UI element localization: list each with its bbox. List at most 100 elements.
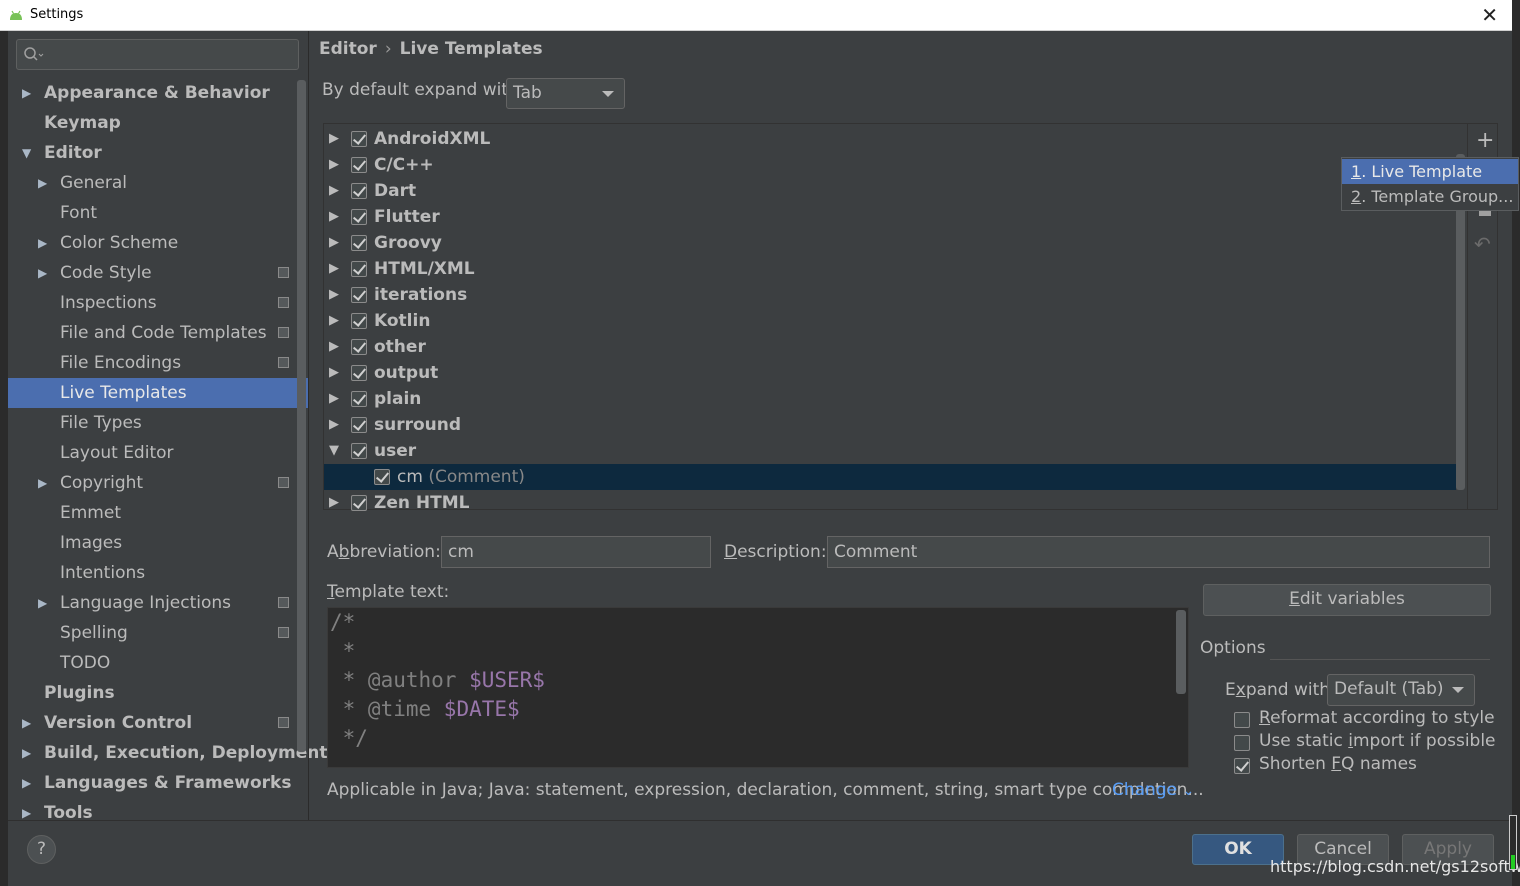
template-group-androidxml[interactable]: ▶ AndroidXML: [324, 126, 1456, 152]
template-group-surround[interactable]: ▶ surround: [324, 412, 1456, 438]
expanded-arrow-icon[interactable]: ▼: [329, 438, 339, 464]
enabled-checkbox[interactable]: [351, 365, 367, 381]
sidebar-item-font[interactable]: Font: [8, 198, 308, 228]
enabled-checkbox[interactable]: [351, 157, 367, 173]
sidebar-item-layout-editor[interactable]: Layout Editor: [8, 438, 308, 468]
collapsed-arrow-icon[interactable]: ▶: [329, 386, 339, 412]
abbreviation-input[interactable]: cm: [441, 536, 711, 568]
enabled-checkbox[interactable]: [374, 469, 390, 485]
sidebar-item-file-types[interactable]: File Types: [8, 408, 308, 438]
template-group-zen-html[interactable]: ▶ Zen HTML: [324, 490, 1456, 516]
enabled-checkbox[interactable]: [351, 235, 367, 251]
template-item-cm[interactable]: cm (Comment): [324, 464, 1456, 490]
sidebar-item-build-execution-deployment[interactable]: ▶ Build, Execution, Deployment: [8, 738, 328, 768]
edit-variables-button[interactable]: Edit variables: [1203, 584, 1491, 616]
help-button[interactable]: ?: [27, 835, 56, 864]
enabled-checkbox[interactable]: [351, 443, 367, 459]
menu-item-template-group[interactable]: 2. Template Group...: [1342, 184, 1518, 209]
template-group-flutter[interactable]: ▶ Flutter: [324, 204, 1456, 230]
add-icon[interactable]: +: [1476, 128, 1494, 153]
shorten-fq-checkbox[interactable]: [1234, 758, 1250, 774]
collapsed-arrow-icon[interactable]: ▶: [22, 78, 31, 108]
sidebar-item-spelling[interactable]: Spelling: [8, 618, 308, 648]
enabled-checkbox[interactable]: [351, 261, 367, 277]
template-group-user[interactable]: ▼ user: [324, 438, 1456, 464]
editor-scrollbar[interactable]: [1176, 610, 1186, 694]
close-icon[interactable]: ✕: [1481, 3, 1498, 27]
template-group-output[interactable]: ▶ output: [324, 360, 1456, 386]
collapsed-arrow-icon[interactable]: ▶: [329, 204, 339, 230]
collapsed-arrow-icon[interactable]: ▶: [22, 768, 31, 798]
sidebar-item-file-encodings[interactable]: File Encodings: [8, 348, 308, 378]
change-contexts-link[interactable]: Change ⌄: [1112, 780, 1194, 800]
template-group-kotlin[interactable]: ▶ Kotlin: [324, 308, 1456, 334]
sidebar-item-plugins[interactable]: Plugins: [8, 678, 308, 708]
reformat-checkbox[interactable]: [1234, 712, 1250, 728]
template-group-plain[interactable]: ▶ plain: [324, 386, 1456, 412]
enabled-checkbox[interactable]: [351, 495, 367, 511]
collapsed-arrow-icon[interactable]: ▶: [38, 228, 47, 258]
sidebar-item-version-control[interactable]: ▶ Version Control: [8, 708, 308, 738]
menu-item-live-template[interactable]: 1. Live Template: [1342, 159, 1518, 184]
template-group-other[interactable]: ▶ other: [324, 334, 1456, 360]
sidebar-item-color-scheme[interactable]: ▶ Color Scheme: [8, 228, 308, 258]
collapsed-arrow-icon[interactable]: ▶: [329, 282, 339, 308]
enabled-checkbox[interactable]: [351, 183, 367, 199]
sidebar-item-live-templates[interactable]: Live Templates: [8, 378, 308, 408]
sidebar-item-tools[interactable]: ▶ Tools: [8, 798, 308, 828]
template-group-c-c[interactable]: ▶ C/C++: [324, 152, 1456, 178]
collapsed-arrow-icon[interactable]: ▶: [329, 360, 339, 386]
collapsed-arrow-icon[interactable]: ▶: [329, 178, 339, 204]
collapsed-arrow-icon[interactable]: ▶: [38, 588, 47, 618]
expand-with-select[interactable]: Default (Tab): [1327, 674, 1475, 706]
sidebar-item-label: File Encodings: [60, 353, 182, 373]
collapsed-arrow-icon[interactable]: ▶: [38, 168, 47, 198]
collapsed-arrow-icon[interactable]: ▶: [38, 258, 47, 288]
sidebar-item-language-injections[interactable]: ▶ Language Injections: [8, 588, 308, 618]
template-group-html-xml[interactable]: ▶ HTML/XML: [324, 256, 1456, 282]
collapsed-arrow-icon[interactable]: ▶: [329, 334, 339, 360]
collapsed-arrow-icon[interactable]: ▶: [329, 256, 339, 282]
description-input[interactable]: Comment: [827, 536, 1490, 568]
sidebar-item-languages-frameworks[interactable]: ▶ Languages & Frameworks: [8, 768, 308, 798]
template-group-dart[interactable]: ▶ Dart: [324, 178, 1456, 204]
sidebar-item-intentions[interactable]: Intentions: [8, 558, 308, 588]
sidebar-scrollbar[interactable]: [297, 80, 306, 752]
template-group-iterations[interactable]: ▶ iterations: [324, 282, 1456, 308]
collapsed-arrow-icon[interactable]: ▶: [329, 152, 339, 178]
template-text-editor[interactable]: /* * * @author $USER$ * @time $DATE$ */: [327, 607, 1189, 768]
enabled-checkbox[interactable]: [351, 391, 367, 407]
collapsed-arrow-icon[interactable]: ▶: [329, 230, 339, 256]
collapsed-arrow-icon[interactable]: ▶: [38, 468, 47, 498]
sidebar-item-appearance-behavior[interactable]: ▶ Appearance & Behavior: [8, 78, 308, 108]
sidebar-item-inspections[interactable]: Inspections: [8, 288, 308, 318]
default-expand-select[interactable]: Tab: [506, 78, 625, 109]
sidebar-item-editor[interactable]: ▼ Editor: [8, 138, 308, 168]
sidebar-item-general[interactable]: ▶ General: [8, 168, 308, 198]
sidebar-item-code-style[interactable]: ▶ Code Style: [8, 258, 308, 288]
sidebar-item-images[interactable]: Images: [8, 528, 308, 558]
collapsed-arrow-icon[interactable]: ▶: [22, 738, 31, 768]
undo-icon[interactable]: ↶: [1474, 232, 1491, 256]
sidebar-item-todo[interactable]: TODO: [8, 648, 308, 678]
sidebar-item-copyright[interactable]: ▶ Copyright: [8, 468, 308, 498]
settings-search-input[interactable]: [16, 39, 299, 70]
expanded-arrow-icon[interactable]: ▼: [22, 138, 31, 168]
collapsed-arrow-icon[interactable]: ▶: [22, 798, 31, 828]
collapsed-arrow-icon[interactable]: ▶: [22, 708, 31, 738]
collapsed-arrow-icon[interactable]: ▶: [329, 490, 339, 516]
sidebar-item-file-and-code-templates[interactable]: File and Code Templates: [8, 318, 308, 348]
sidebar-item-emmet[interactable]: Emmet: [8, 498, 308, 528]
collapsed-arrow-icon[interactable]: ▶: [329, 308, 339, 334]
enabled-checkbox[interactable]: [351, 313, 367, 329]
enabled-checkbox[interactable]: [351, 209, 367, 225]
enabled-checkbox[interactable]: [351, 339, 367, 355]
collapsed-arrow-icon[interactable]: ▶: [329, 412, 339, 438]
enabled-checkbox[interactable]: [351, 417, 367, 433]
sidebar-item-keymap[interactable]: Keymap: [8, 108, 308, 138]
enabled-checkbox[interactable]: [351, 131, 367, 147]
enabled-checkbox[interactable]: [351, 287, 367, 303]
collapsed-arrow-icon[interactable]: ▶: [329, 126, 339, 152]
static-import-checkbox[interactable]: [1234, 735, 1250, 751]
template-group-groovy[interactable]: ▶ Groovy: [324, 230, 1456, 256]
